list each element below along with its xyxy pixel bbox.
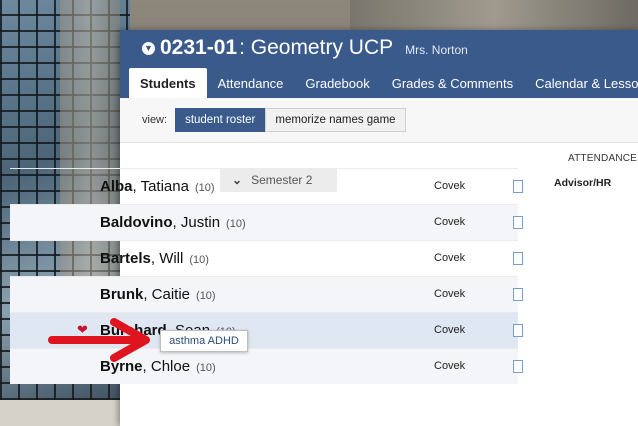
tab-attendance[interactable]: Attendance	[207, 68, 295, 98]
course-name: : Geometry UCP	[239, 36, 394, 59]
tab-gradebook[interactable]: Gradebook	[294, 68, 380, 98]
advisor-cell: Covek	[434, 180, 466, 192]
note-icon[interactable]	[513, 252, 523, 265]
advisor-cell: Covek	[434, 288, 466, 300]
course-header: ▼ 0231-01: Geometry UCP Mrs. Norton	[120, 30, 638, 66]
advisor-cell: Covek	[434, 324, 466, 336]
red-arrow-annotation	[48, 318, 150, 362]
table-row[interactable]: Alba, Tatiana (10) Covek	[10, 168, 523, 204]
advisor-cell: Covek	[434, 252, 466, 264]
table-row[interactable]: Baldovino, Justin (10) Covek	[10, 204, 523, 240]
advisor-column-header[interactable]: Advisor/HR	[554, 177, 611, 189]
advisor-cell: Covek	[434, 216, 466, 228]
note-icon[interactable]	[513, 216, 523, 229]
medical-tooltip: asthma ADHD	[160, 330, 248, 352]
student-name[interactable]: Alba, Tatiana (10)	[100, 178, 215, 195]
attendance-column-header: ATTENDANCE	[568, 153, 638, 164]
student-name[interactable]: Brunk, Caitie (10)	[100, 286, 216, 303]
view-switcher: view: student roster memorize names game	[120, 98, 638, 143]
tab-calendar-lessons[interactable]: Calendar & Lessons	[524, 68, 638, 98]
tab-grades-comments[interactable]: Grades & Comments	[381, 68, 524, 98]
stone-facade	[350, 0, 638, 32]
student-roster-button[interactable]: student roster	[175, 108, 266, 132]
view-label: view:	[142, 114, 168, 126]
tab-bar: Students Attendance Gradebook Grades & C…	[120, 66, 638, 98]
note-icon[interactable]	[513, 324, 523, 337]
teacher-name: Mrs. Norton	[405, 43, 468, 57]
course-dropdown-icon[interactable]: ▼	[142, 41, 155, 55]
student-name[interactable]: Bartels, Will (10)	[100, 250, 209, 267]
student-name[interactable]: Baldovino, Justin (10)	[100, 214, 246, 231]
tab-students[interactable]: Students	[129, 68, 207, 98]
advisor-cell: Covek	[434, 360, 466, 372]
course-code: 0231-01	[160, 36, 238, 59]
memorize-names-button[interactable]: memorize names game	[265, 108, 406, 132]
note-icon[interactable]	[513, 360, 523, 373]
table-row[interactable]: Bartels, Will (10) Covek	[10, 240, 523, 276]
table-row[interactable]: Brunk, Caitie (10) Covek	[10, 276, 523, 312]
note-icon[interactable]	[513, 180, 523, 193]
note-icon[interactable]	[513, 288, 523, 301]
